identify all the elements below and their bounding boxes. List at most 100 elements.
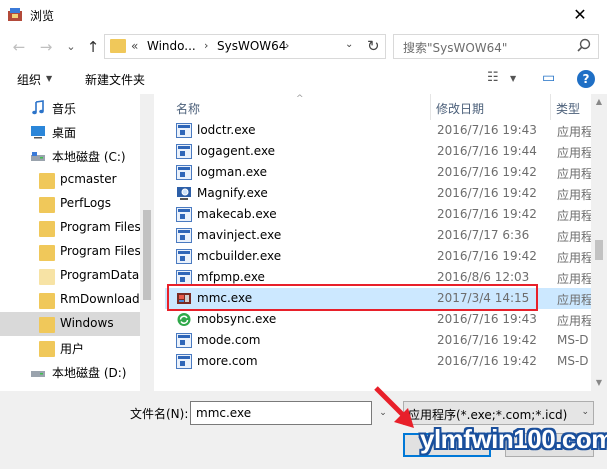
sidebar-item-music[interactable]: 音乐 — [0, 96, 140, 120]
file-modified: 2016/7/17 6:36 — [437, 228, 530, 242]
sidebar-item-label: PerfLogs — [60, 196, 112, 210]
breadcrumb-separator[interactable]: › — [204, 39, 208, 52]
column-header-modified[interactable]: 修改日期 — [436, 100, 484, 117]
filename-input[interactable]: mmc.exe — [190, 401, 372, 425]
organize-caret-icon[interactable]: ▼ — [46, 74, 52, 83]
file-list: ^ 名称 修改日期 类型 lodctr.exe 2016/7/16 19:43 … — [165, 94, 591, 391]
file-row[interactable]: logagent.exe 2016/7/16 19:44 应用程 — [165, 141, 591, 162]
file-modified: 2016/7/16 19:42 — [437, 186, 537, 200]
column-header-name[interactable]: 名称 — [176, 100, 200, 117]
sidebar-item-program-files[interactable]: Program Files — [0, 216, 141, 240]
exe-icon — [176, 228, 192, 243]
view-options-icon[interactable]: ☷ — [487, 70, 499, 85]
file-modified: 2016/8/6 12:03 — [437, 270, 530, 284]
sidebar-item-label: Program Files — [60, 244, 141, 258]
file-type: 应用程 — [557, 272, 591, 286]
back-button[interactable]: ← — [10, 38, 28, 56]
address-bar[interactable]: « Windo... › SysWOW64 › ⌄ ↻ — [104, 34, 386, 59]
file-type: 应用程 — [557, 230, 591, 244]
file-list-scrollbar-thumb[interactable] — [595, 240, 603, 260]
selection-highlight-annotation — [167, 284, 538, 311]
forward-button[interactable]: → — [37, 38, 55, 56]
file-type: 应用程 — [557, 251, 591, 265]
sidebar-item-pcmaster[interactable]: pcmaster — [0, 168, 140, 192]
file-name: mavinject.exe — [197, 228, 282, 242]
sidebar-item-label: 用户 — [60, 342, 85, 356]
file-row[interactable]: more.com 2016/7/16 19:42 MS-D — [165, 351, 591, 372]
scroll-down-arrow-icon[interactable]: ▼ — [591, 375, 607, 391]
file-name: mode.com — [197, 333, 261, 347]
breadcrumb-syswow64[interactable]: SysWOW64 — [217, 39, 286, 53]
filename-value: mmc.exe — [196, 406, 252, 420]
sidebar-item-program-files-x86[interactable]: Program Files — [0, 240, 141, 264]
search-box[interactable]: 搜索"SysWOW64" — [393, 34, 599, 59]
sidebar-item-programdata[interactable]: ProgramData — [0, 264, 140, 288]
new-folder-button[interactable]: 新建文件夹 — [85, 71, 145, 88]
file-name: mobsync.exe — [197, 312, 277, 326]
file-type: MS-D — [557, 333, 589, 347]
exe-icon — [176, 123, 192, 138]
preview-pane-icon[interactable]: ▭ — [542, 70, 555, 86]
file-modified: 2016/7/16 19:43 — [437, 312, 537, 326]
file-row[interactable]: mobsync.exe 2016/7/16 19:43 应用程 — [165, 309, 591, 330]
search-placeholder: 搜索"SysWOW64" — [403, 41, 508, 55]
file-row[interactable]: makecab.exe 2016/7/16 19:42 应用程 — [165, 204, 591, 225]
up-button[interactable]: ↑ — [84, 38, 102, 56]
file-row[interactable]: mavinject.exe 2016/7/17 6:36 应用程 — [165, 225, 591, 246]
file-type: 应用程 — [557, 146, 591, 160]
sidebar-item-local-disk-d[interactable]: 本地磁盘 (D:) — [0, 360, 140, 384]
folder-icon — [39, 341, 55, 357]
sidebar-item-windows[interactable]: Windows — [0, 312, 140, 336]
music-icon — [32, 100, 44, 115]
file-type-filter-select[interactable]: 应用程序(*.exe;*.com;*.icd) ⌄ — [403, 401, 594, 425]
organize-menu[interactable]: 组织 — [17, 71, 41, 88]
file-modified: 2016/7/16 19:43 — [437, 123, 537, 137]
column-divider[interactable] — [550, 94, 551, 120]
exe-icon — [176, 165, 192, 180]
file-modified: 2016/7/16 19:44 — [437, 144, 537, 158]
address-dropdown-button[interactable]: ⌄ — [345, 39, 353, 50]
sidebar-item-users[interactable]: 用户 — [0, 336, 140, 360]
close-button[interactable]: ✕ — [557, 0, 603, 30]
red-arrow-annotation-icon — [374, 386, 414, 428]
sidebar-item-label: RmDownload — [60, 292, 140, 306]
navigation-pane: 音乐 桌面 本地磁盘 (C:) pcmaster PerfLogs Progra… — [0, 94, 154, 391]
help-icon[interactable]: ? — [577, 70, 595, 88]
sidebar-item-desktop[interactable]: 桌面 — [0, 120, 140, 144]
file-row[interactable]: Magnify.exe 2016/7/16 19:42 应用程 — [165, 183, 591, 204]
file-row[interactable]: mode.com 2016/7/16 19:42 MS-D — [165, 330, 591, 351]
file-row[interactable]: lodctr.exe 2016/7/16 19:43 应用程 — [165, 120, 591, 141]
sidebar-item-label: Program Files — [60, 220, 141, 234]
search-icon[interactable] — [576, 38, 592, 54]
breadcrumb-overflow[interactable]: « — [131, 39, 138, 53]
folder-icon — [39, 293, 55, 309]
title-bar: 浏览 ✕ — [0, 0, 607, 30]
breadcrumb-separator[interactable]: › — [285, 39, 289, 52]
folder-icon — [110, 39, 126, 53]
file-row[interactable]: mcbuilder.exe 2016/7/16 19:42 应用程 — [165, 246, 591, 267]
file-row[interactable]: logman.exe 2016/7/16 19:42 应用程 — [165, 162, 591, 183]
file-name: mcbuilder.exe — [197, 249, 282, 263]
file-name: more.com — [197, 354, 258, 368]
exe-icon — [176, 207, 192, 222]
scroll-up-arrow-icon[interactable]: ▲ — [591, 94, 607, 110]
breadcrumb-windows[interactable]: Windo... — [147, 39, 196, 53]
column-divider[interactable] — [430, 94, 431, 120]
file-type: 应用程 — [557, 125, 591, 139]
sidebar-item-local-disk-c[interactable]: 本地磁盘 (C:) — [0, 144, 140, 168]
drive-icon — [31, 152, 45, 161]
sidebar-item-label: pcmaster — [60, 172, 117, 186]
column-header-type[interactable]: 类型 — [556, 100, 580, 117]
navigation-bar: ← → ⌄ ↑ « Windo... › SysWOW64 › ⌄ ↻ 搜索"S… — [0, 30, 607, 64]
refresh-button[interactable]: ↻ — [367, 37, 380, 55]
sidebar-item-perflogs[interactable]: PerfLogs — [0, 192, 140, 216]
command-toolbar: 组织 ▼ 新建文件夹 ☷ ▼ ▭ ? — [0, 64, 607, 94]
exe-icon — [176, 144, 192, 159]
sidebar-item-rmdownload[interactable]: RmDownload — [0, 288, 140, 312]
sidebar-item-label: 桌面 — [52, 126, 77, 140]
sidebar-item-label: 音乐 — [52, 102, 77, 116]
recent-locations-button[interactable]: ⌄ — [62, 38, 80, 56]
sidebar-scrollbar-thumb[interactable] — [143, 210, 151, 300]
chevron-down-icon: ⌄ — [581, 407, 589, 417]
view-caret-icon[interactable]: ▼ — [510, 74, 516, 83]
